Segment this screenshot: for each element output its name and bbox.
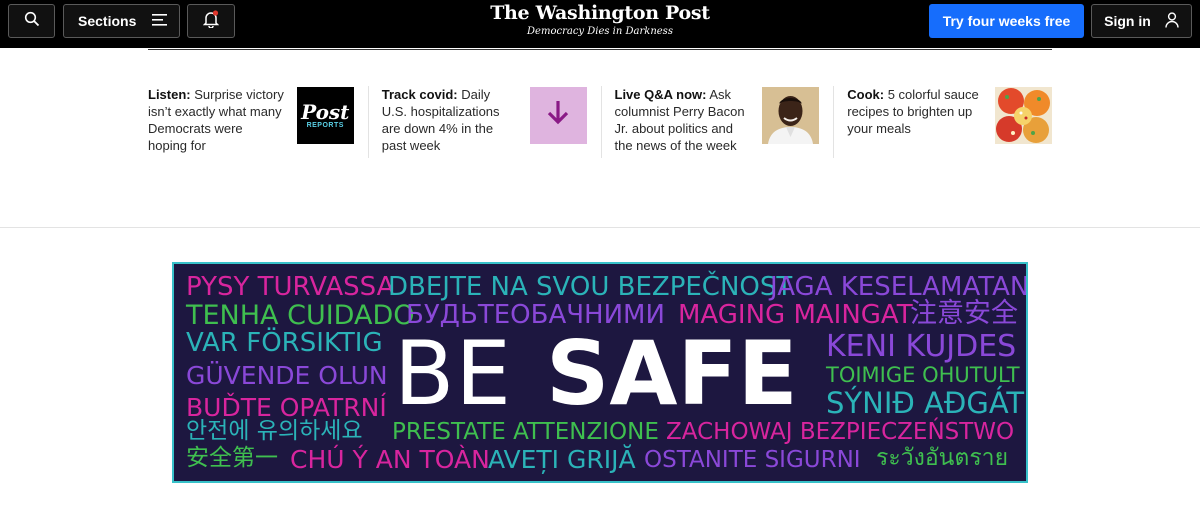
teaser-kicker: Track covid: xyxy=(381,87,458,102)
teaser-kicker: Live Q&A now: xyxy=(614,87,707,102)
teaser-item[interactable]: Cook: 5 colorful sauce recipes to bright… xyxy=(833,86,1053,158)
banner-word: KENI KUJDES xyxy=(826,329,1017,364)
sign-in-button[interactable]: Sign in xyxy=(1091,4,1192,38)
thumbnail-title: Post xyxy=(301,100,350,124)
post-reports-thumbnail[interactable]: Post REPORTS xyxy=(296,87,354,144)
banner-word: AVEȚI GRIJĂ xyxy=(488,445,636,474)
headline-be: BE xyxy=(394,322,512,425)
logo-tagline: Democracy Dies in Darkness xyxy=(527,26,673,37)
banner-word: JAGA KESELAMATAN xyxy=(770,272,1028,302)
banner-word: ZACHOWAJ BEZPIECZEŃSTWO xyxy=(666,419,1015,445)
banner-word: DBEJTE NA SVOU BEZPEČNOST xyxy=(388,272,793,302)
banner-word: PRESTATE ATTENZIONE xyxy=(392,419,659,445)
teaser-text[interactable]: Live Q&A now: Ask columnist Perry Bacon … xyxy=(615,86,752,154)
sections-menu-button[interactable]: Sections xyxy=(63,4,180,38)
headline-safe: SAFE xyxy=(546,322,798,425)
thumbnail-subtitle: REPORTS xyxy=(306,122,344,129)
sign-in-label: Sign in xyxy=(1104,13,1151,29)
teaser-kicker: Listen: xyxy=(148,87,191,102)
be-safe-banner[interactable]: PYSY TURVASSA DBEJTE NA SVOU BEZPEČNOST … xyxy=(172,262,1028,483)
teaser-item[interactable]: Live Q&A now: Ask columnist Perry Bacon … xyxy=(600,86,834,158)
banner-word: SÝNIÐ AÐGÁT xyxy=(826,386,1025,420)
teaser-text[interactable]: Track covid: Daily U.S. hospitalizations… xyxy=(382,86,519,154)
banner-word: BUĎTE OPATRNÍ xyxy=(186,393,387,422)
banner-word: VAR FÖRSIKTIG xyxy=(186,328,383,358)
teaser-text[interactable]: Cook: 5 colorful sauce recipes to bright… xyxy=(847,86,984,137)
header-divider xyxy=(148,49,1052,50)
user-icon xyxy=(1165,11,1179,31)
teaser-item[interactable]: Listen: Surprise victory isn’t exactly w… xyxy=(148,86,368,158)
banner-word: PYSY TURVASSA xyxy=(186,272,395,302)
arrow-down-icon xyxy=(547,100,569,131)
top-navigation-bar: Sections The Washington Post Democracy D… xyxy=(0,0,1200,48)
section-divider xyxy=(0,227,1200,228)
banner-word: CHÚ Ý AN TOÀN xyxy=(290,445,490,474)
search-icon xyxy=(24,11,40,32)
covid-trend-thumbnail[interactable] xyxy=(529,87,587,144)
columnist-photo[interactable] xyxy=(762,87,820,144)
banner-word: ระวังอันตราย xyxy=(876,445,1009,471)
banner-word: TOIMIGE OHUTULT xyxy=(826,363,1020,387)
teaser-item[interactable]: Track covid: Daily U.S. hospitalizations… xyxy=(367,86,601,158)
banner-word: 安全第一 xyxy=(186,445,278,471)
banner-word: OSTANITE SIGURNI xyxy=(644,447,861,473)
teaser-text[interactable]: Listen: Surprise victory isn’t exactly w… xyxy=(148,86,285,154)
notifications-button[interactable] xyxy=(187,4,235,38)
search-button[interactable] xyxy=(8,4,55,38)
teaser-strip: Listen: Surprise victory isn’t exactly w… xyxy=(148,86,1053,158)
sections-label: Sections xyxy=(78,13,137,29)
sauce-recipes-photo[interactable] xyxy=(995,87,1053,144)
banner-word: 注意安全 xyxy=(910,298,1018,329)
washington-post-logo[interactable]: The Washington Post Democracy Dies in Da… xyxy=(440,2,760,37)
bell-icon xyxy=(202,9,220,33)
teaser-kicker: Cook: xyxy=(847,87,885,102)
banner-word: TENHA CUIDADO xyxy=(186,300,415,331)
logo-name: The Washington Post xyxy=(490,2,710,24)
subscribe-button[interactable]: Try four weeks free xyxy=(929,4,1084,38)
banner-word: GÜVENDE OLUN xyxy=(186,361,388,390)
banner-word: 안전에 유의하세요 xyxy=(186,418,363,444)
menu-icon xyxy=(152,13,168,29)
